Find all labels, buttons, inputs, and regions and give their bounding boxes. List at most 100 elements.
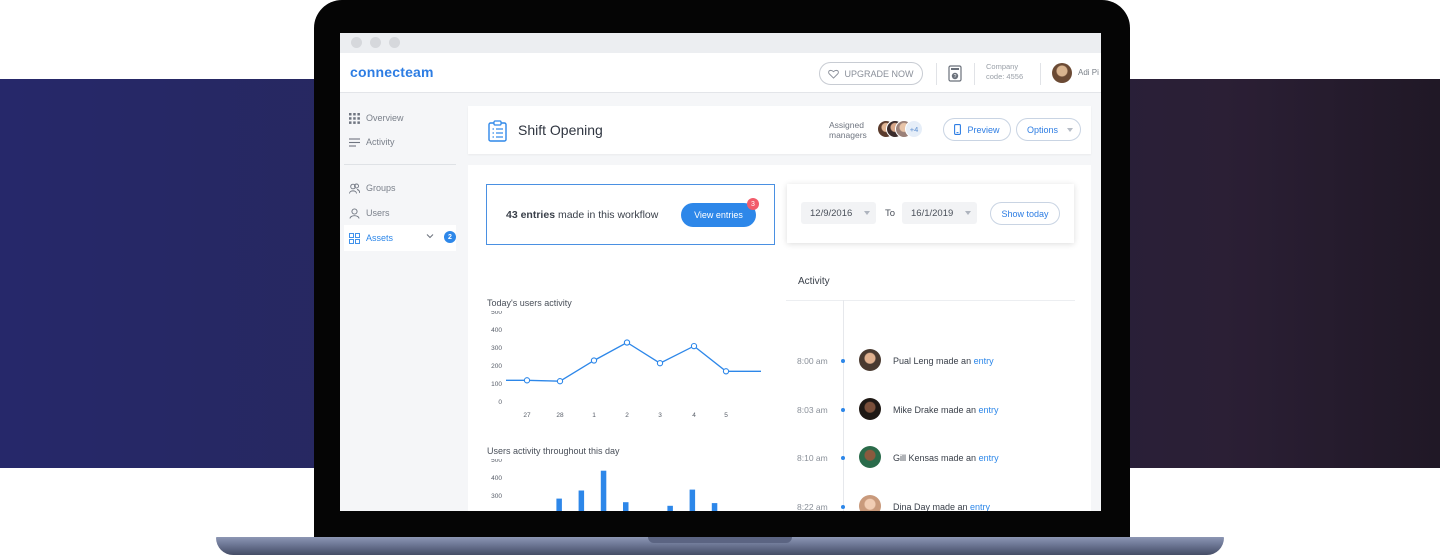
clipboard-icon: [488, 120, 507, 142]
x-tick-label: 27: [523, 412, 531, 419]
sidebar-item-overview[interactable]: Overview: [349, 109, 404, 127]
x-tick-label: 1: [592, 412, 596, 419]
options-dropdown[interactable]: Options: [1016, 118, 1081, 141]
window-dot: [351, 37, 362, 48]
company-code: code: 4556: [986, 72, 1024, 81]
user-icon: [349, 207, 360, 219]
svg-text:?: ?: [954, 74, 957, 80]
entry-link[interactable]: entry: [974, 356, 994, 366]
y-tick-label: 500: [491, 459, 502, 464]
more-managers-count[interactable]: +4: [905, 120, 923, 138]
show-today-button[interactable]: Show today: [990, 202, 1060, 225]
bar: [711, 503, 718, 511]
data-point: [523, 377, 531, 384]
browser-bar: [340, 33, 1101, 53]
activity-action: made an: [938, 453, 979, 463]
sidebar-item-users[interactable]: Users: [349, 204, 390, 222]
y-tick-label: 100: [491, 381, 502, 388]
assets-count-badge: 2: [444, 231, 456, 243]
workflow-header: Shift Opening Assigned managers +4 Previ…: [468, 106, 1091, 154]
data-point: [590, 357, 598, 364]
sidebar-item-label: Groups: [366, 183, 396, 193]
sidebar: Overview Activity Groups Users Assets 2: [340, 94, 462, 511]
connecteam-logo[interactable]: connecteam: [350, 64, 434, 80]
entries-count: 43 entries: [506, 209, 556, 221]
activity-user: Gill Kensas: [893, 453, 939, 463]
y-tick-label: 500: [491, 311, 502, 316]
top-navbar: connecteam UPGRADE NOW ? Company code: 4…: [340, 53, 1101, 93]
bar: [667, 505, 673, 511]
entry-link[interactable]: entry: [979, 453, 999, 463]
y-tick-label: 0: [498, 399, 502, 406]
from-date-select[interactable]: 12/9/2016: [801, 202, 876, 224]
x-tick-label: 2: [625, 412, 629, 419]
x-tick-label: 5: [724, 412, 728, 419]
company-info: Company code: 4556: [986, 62, 1023, 82]
user-avatar[interactable]: [859, 495, 881, 511]
timeline-dot: [841, 408, 845, 412]
window-dot: [370, 37, 381, 48]
data-point: [623, 339, 631, 346]
activity-time: 8:03 am: [797, 405, 828, 415]
window-dot: [389, 37, 400, 48]
activity-text: Gill Kensas made an entry: [893, 453, 999, 463]
data-point: [722, 368, 730, 375]
view-entries-button[interactable]: View entries: [681, 203, 756, 227]
divider: [974, 63, 975, 85]
timeline-dot: [841, 359, 845, 363]
sidebar-item-assets-row[interactable]: Assets: [349, 229, 393, 247]
upgrade-button[interactable]: UPGRADE NOW: [819, 62, 923, 85]
to-label: To: [885, 208, 896, 219]
date-range-filter: 12/9/2016 To 16/1/2019 Show today: [787, 184, 1074, 243]
activity-row: 8:10 am Gill Kensas made an entry: [786, 446, 1076, 470]
help-book-icon[interactable]: ?: [948, 65, 962, 82]
y-tick-label: 200: [491, 363, 502, 370]
activity-time: 8:10 am: [797, 453, 828, 463]
to-date-select[interactable]: 16/1/2019: [902, 202, 977, 224]
activity-action: made an: [933, 356, 974, 366]
entry-link[interactable]: entry: [979, 405, 999, 415]
activity-text: Dina Day made an entry: [893, 502, 990, 511]
activity-time: 8:22 am: [797, 502, 828, 511]
app-screen: connecteam UPGRADE NOW ? Company code: 4…: [340, 33, 1101, 511]
sidebar-item-groups[interactable]: Groups: [349, 179, 396, 197]
user-avatar[interactable]: [859, 349, 881, 371]
user-name[interactable]: Adi Pi: [1078, 68, 1099, 77]
y-tick-label: 300: [491, 345, 502, 352]
sidebar-item-activity[interactable]: Activity: [349, 133, 395, 151]
y-tick-label: 400: [491, 327, 502, 334]
activity-row: 8:22 am Dina Day made an entry: [786, 495, 1076, 511]
groups-icon: [349, 183, 360, 194]
bar: [556, 498, 562, 511]
divider: [1040, 63, 1041, 85]
managers-line: managers: [829, 130, 867, 140]
bar: [578, 490, 585, 511]
bar: [623, 502, 629, 511]
from-date-value: 12/9/2016: [810, 207, 853, 219]
assigned-managers-label: Assigned managers: [829, 120, 867, 140]
to-date-value: 16/1/2019: [911, 207, 954, 219]
options-label: Options: [1027, 124, 1059, 135]
new-entries-badge: 3: [747, 198, 759, 210]
activity-row: 8:00 am Pual Leng made an entry: [786, 349, 1076, 373]
caret-down-icon: [1067, 128, 1073, 132]
user-avatar[interactable]: [1052, 63, 1072, 83]
user-avatar[interactable]: [859, 446, 881, 468]
sidebar-item-label: Activity: [366, 137, 395, 147]
caret-down-icon: [864, 211, 870, 215]
grid-icon: [349, 112, 360, 124]
company-label: Company: [986, 62, 1019, 71]
sidebar-item-assets[interactable]: Assets 2: [344, 225, 456, 251]
list-icon: [349, 137, 360, 147]
sidebar-divider: [344, 164, 456, 165]
entry-link[interactable]: entry: [970, 502, 990, 511]
x-tick-label: 4: [692, 412, 696, 419]
page-stage: connecteam UPGRADE NOW ? Company code: 4…: [0, 0, 1440, 555]
user-avatar[interactable]: [859, 398, 881, 420]
line-chart: 500 400 300 200 100 0 27 28 1 2 3 4 5: [468, 309, 778, 436]
data-point: [556, 378, 564, 385]
page-title: Shift Opening: [518, 122, 603, 138]
line-chart-title: Today's users activity: [487, 298, 572, 308]
preview-button[interactable]: Preview: [943, 118, 1011, 141]
chevron-down-icon[interactable]: [426, 232, 434, 240]
